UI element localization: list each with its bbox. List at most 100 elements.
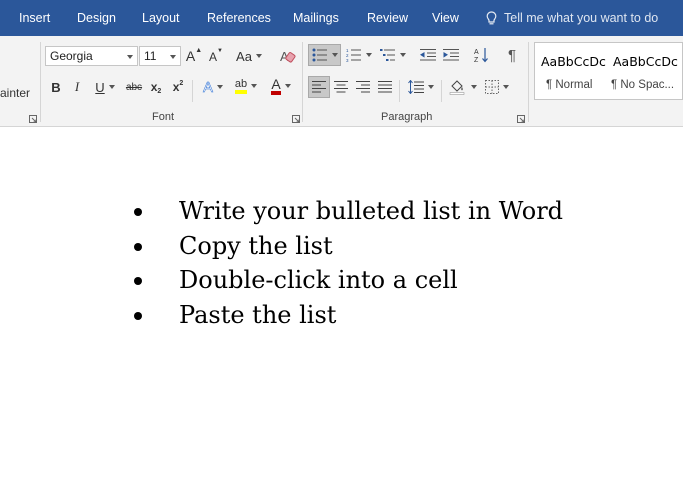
tab-references[interactable]: References — [207, 0, 271, 36]
bullets-button[interactable] — [308, 44, 341, 66]
font-color-button[interactable]: A — [266, 75, 296, 97]
chevron-down-icon — [251, 84, 258, 88]
justify-icon — [378, 81, 392, 93]
style-normal[interactable]: AaBbCcDc ¶ Normal — [535, 43, 607, 99]
font-launcher-icon[interactable] — [292, 115, 300, 123]
chevron-down-icon — [284, 84, 291, 88]
subscript-icon: x — [150, 80, 158, 94]
style-name: ¶ No Spac... — [611, 79, 675, 91]
italic-button[interactable]: I — [69, 76, 85, 98]
svg-text:A: A — [474, 49, 479, 56]
style-no-spacing[interactable]: AaBbCcDc ¶ No Spac... — [607, 43, 679, 99]
multilevel-list-icon — [380, 49, 395, 61]
paragraph-launcher-icon[interactable] — [517, 115, 525, 123]
divider — [399, 80, 400, 102]
divider — [302, 42, 303, 122]
divider — [528, 42, 529, 122]
align-left-button[interactable] — [308, 76, 330, 98]
chevron-down-icon — [400, 53, 406, 57]
tab-layout[interactable]: Layout — [142, 0, 180, 36]
superscript-icon: x — [172, 80, 180, 94]
font-name-box[interactable]: Georgia — [45, 46, 138, 66]
change-case-button[interactable]: Aa — [233, 45, 265, 67]
change-case-icon: Aa — [236, 48, 252, 64]
styles-gallery: AaBbCcDc ¶ Normal AaBbCcDc ¶ No Spac... — [534, 42, 683, 100]
line-spacing-icon — [408, 80, 424, 94]
font-name-value: Georgia — [50, 49, 93, 63]
paragraph-group-label: Paragraph — [381, 111, 433, 123]
paint-bucket-icon — [449, 80, 465, 95]
subscript-button[interactable]: x2 — [148, 76, 164, 98]
chevron-down-icon — [503, 85, 509, 89]
superscript-button[interactable]: x2 — [170, 76, 186, 98]
tab-view[interactable]: View — [432, 0, 459, 36]
bullet-icon — [134, 277, 142, 285]
text-effects-button[interactable]: A — [199, 76, 227, 98]
chevron-down-icon — [255, 54, 262, 58]
list-item-text: Copy the list — [179, 232, 333, 260]
bullet-icon — [134, 312, 142, 320]
clipboard-launcher-icon[interactable] — [29, 115, 37, 123]
multilevel-list-button[interactable] — [377, 44, 409, 66]
svg-text:Z: Z — [474, 57, 479, 63]
svg-text:3: 3 — [346, 58, 349, 62]
shading-button[interactable] — [448, 76, 478, 98]
tab-insert[interactable]: Insert — [19, 0, 50, 36]
align-right-button[interactable] — [353, 76, 373, 98]
borders-icon — [485, 80, 499, 94]
borders-button[interactable] — [482, 76, 512, 98]
shrink-font-button[interactable]: A ▼ — [208, 46, 224, 68]
decrease-indent-icon — [420, 49, 436, 61]
align-center-button[interactable] — [331, 76, 351, 98]
highlight-button[interactable]: ab — [231, 75, 261, 97]
text-effects-icon: A — [202, 78, 214, 96]
bold-button[interactable]: B — [48, 76, 64, 98]
tell-me-search[interactable]: Tell me what you want to do — [486, 0, 658, 36]
chevron-down-icon — [108, 85, 115, 89]
bullet-icon — [134, 243, 142, 251]
document-page[interactable]: Write your bulleted list in Word Copy th… — [0, 127, 683, 489]
ribbon-home: ainter Georgia 11 A ▲ A ▼ Aa A B I U abc x… — [0, 36, 683, 127]
sort-button[interactable]: A Z — [472, 44, 492, 66]
bullet-icon — [134, 208, 142, 216]
sort-icon: A Z — [474, 48, 488, 63]
chevron-down-icon — [366, 53, 372, 57]
strikethrough-button[interactable]: abc — [124, 76, 144, 98]
tab-mailings[interactable]: Mailings — [293, 0, 339, 36]
font-color-icon: A — [271, 77, 281, 95]
tell-me-text: Tell me what you want to do — [504, 11, 659, 25]
format-painter-button[interactable]: ainter — [0, 86, 30, 100]
chevron-down-icon — [471, 85, 477, 89]
increase-indent-button[interactable] — [441, 44, 461, 66]
grow-font-button[interactable]: A ▲ — [186, 45, 202, 67]
divider — [441, 80, 442, 102]
numbering-button[interactable]: 1 2 3 — [344, 44, 374, 66]
show-formatting-button[interactable]: ¶ — [503, 44, 521, 66]
clear-formatting-icon[interactable]: A — [280, 48, 296, 64]
chevron-down-icon — [217, 85, 223, 89]
font-size-box[interactable]: 11 — [139, 46, 181, 66]
font-size-value: 11 — [144, 49, 157, 63]
list-item-text: Write your bulleted list in Word — [179, 197, 564, 225]
chevron-down-icon — [331, 53, 338, 57]
style-name: ¶ Normal — [546, 79, 593, 91]
list-item-text: Paste the list — [179, 301, 337, 329]
divider — [192, 80, 193, 102]
grow-font-icon: A — [185, 48, 196, 64]
bullets-icon — [312, 48, 327, 62]
justify-button[interactable] — [375, 76, 395, 98]
style-preview: AaBbCcDc — [613, 54, 678, 69]
line-spacing-button[interactable] — [405, 76, 437, 98]
align-right-icon — [356, 81, 370, 93]
shrink-font-icon: A — [209, 50, 218, 64]
tab-design[interactable]: Design — [77, 0, 116, 36]
underline-icon: U — [95, 79, 105, 95]
chevron-down-icon — [127, 55, 133, 59]
underline-button[interactable]: U — [92, 76, 118, 98]
tab-review[interactable]: Review — [367, 0, 408, 36]
increase-indent-icon — [443, 49, 459, 61]
chevron-down-icon — [428, 85, 434, 89]
divider — [40, 42, 41, 122]
numbering-icon: 1 2 3 — [346, 48, 361, 62]
decrease-indent-button[interactable] — [418, 44, 438, 66]
